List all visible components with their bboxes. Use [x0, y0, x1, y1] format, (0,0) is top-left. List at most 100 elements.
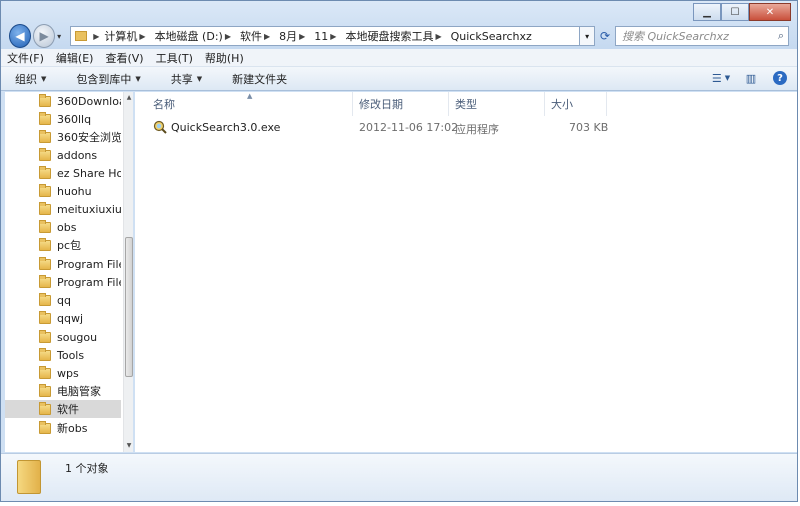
tree-item-label: obs: [57, 220, 77, 234]
search-icon[interactable]: ⌕: [778, 29, 784, 43]
share-button[interactable]: 共享 ▼: [171, 71, 202, 87]
back-button[interactable]: ◀: [9, 24, 32, 48]
tree-item-label: sougou: [57, 330, 98, 344]
tree-item[interactable]: sougou: [5, 328, 121, 346]
column-header-label: 修改日期: [359, 98, 403, 111]
close-button[interactable]: ✕: [749, 3, 791, 21]
chevron-right-icon[interactable]: ▶: [225, 32, 231, 41]
breadcrumb-label: QuickSearchxz: [450, 29, 532, 43]
minimize-button[interactable]: ▁: [693, 3, 721, 21]
tree-item[interactable]: pc包: [5, 236, 121, 254]
tree-item[interactable]: qq: [5, 291, 121, 309]
refresh-button[interactable]: ⟳: [595, 26, 615, 46]
tree-item[interactable]: 新obs: [5, 419, 121, 437]
tree-item-selected[interactable]: 软件: [5, 400, 121, 418]
breadcrumb-search-tool[interactable]: 本地硬盘搜索工具 ▶: [345, 28, 446, 44]
tree-item[interactable]: wps: [5, 364, 121, 382]
forward-button[interactable]: ▶: [33, 24, 56, 48]
folder-icon: [39, 147, 51, 161]
preview-pane-button[interactable]: ▥: [743, 70, 759, 86]
menu-file[interactable]: 文件(F): [7, 50, 44, 66]
tree-item[interactable]: obs: [5, 218, 121, 236]
column-header-name[interactable]: 名称: [135, 92, 353, 116]
menu-view[interactable]: 查看(V): [105, 50, 143, 66]
tree-item[interactable]: addons: [5, 146, 121, 164]
chevron-right-icon[interactable]: ▶: [264, 32, 270, 41]
column-header-label: 名称: [153, 98, 175, 111]
address-history-dropdown[interactable]: ▾: [580, 26, 595, 46]
column-header-label: 大小: [551, 98, 573, 111]
breadcrumb-quicksearchxz[interactable]: QuickSearchxz: [451, 30, 532, 43]
help-icon[interactable]: ?: [773, 71, 787, 85]
tree-item-label: Program Files: [57, 275, 121, 289]
tree-item[interactable]: huohu: [5, 182, 121, 200]
tree-item[interactable]: 电脑管家: [5, 382, 121, 400]
breadcrumb-label: 计算机: [104, 30, 138, 43]
tree-item[interactable]: Program Files: [5, 273, 121, 291]
chevron-right-icon[interactable]: ▶: [139, 32, 145, 41]
menu-tools[interactable]: 工具(T): [156, 50, 193, 66]
tree-item-label: huohu: [57, 184, 92, 198]
tree-item[interactable]: meituxiuxiu: [5, 200, 121, 218]
include-in-library-button[interactable]: 包含到库中 ▼: [76, 71, 140, 87]
scrollbar-thumb[interactable]: [125, 237, 133, 377]
folder-icon: [39, 383, 51, 397]
tree-item[interactable]: 360Downloads: [5, 92, 121, 110]
organize-button[interactable]: 组织 ▼: [15, 71, 46, 87]
breadcrumb-label: 11: [314, 29, 329, 43]
chevron-down-icon: ▼: [196, 74, 203, 83]
arrow-left-icon: ◀: [15, 29, 25, 43]
column-header-type[interactable]: 类型: [449, 92, 545, 116]
navigation-bar: ◀ ▶ ▾ ▶ 计算机 ▶ 本地磁盘 (D:) ▶ 软件 ▶ 8月 ▶ 11 ▶ 本地硬盘…: [9, 23, 789, 49]
breadcrumb-august[interactable]: 8月 ▶: [279, 28, 310, 44]
chevron-down-icon: ▼: [724, 74, 731, 82]
breadcrumb-11[interactable]: 11 ▶: [314, 30, 341, 43]
navigation-pane-scrollbar[interactable]: ▲ ▼: [123, 92, 133, 452]
menu-edit[interactable]: 编辑(E): [56, 50, 94, 66]
maximize-button[interactable]: ☐: [721, 3, 749, 21]
folder-icon: [75, 31, 88, 41]
folder-icon: [39, 111, 51, 125]
tree-item-label: 软件: [57, 403, 79, 416]
tree-item[interactable]: qqwj: [5, 309, 121, 327]
tree-item[interactable]: Tools: [5, 346, 121, 364]
arrow-right-icon: ▶: [39, 29, 49, 43]
details-pane: 1 个对象: [1, 453, 797, 501]
tree-item[interactable]: Program Files: [5, 255, 121, 273]
scroll-up-icon[interactable]: ▲: [125, 94, 133, 101]
column-header-label: 类型: [455, 98, 477, 111]
address-bar[interactable]: ▶ 计算机 ▶ 本地磁盘 (D:) ▶ 软件 ▶ 8月 ▶ 11 ▶ 本地硬盘搜索工具 ▶ …: [70, 26, 581, 46]
breadcrumb-drive-d[interactable]: 本地磁盘 (D:) ▶: [155, 28, 236, 44]
chevron-right-icon[interactable]: ▶: [299, 32, 305, 41]
navigation-pane: 360Downloads 360llq 360安全浏览器 addons ez S…: [5, 92, 133, 452]
explorer-window: ▁ ☐ ✕ ◀ ▶ ▾ ▶ 计算机 ▶ 本地磁盘 (D:) ▶ 软件 ▶ 8月 ▶ 11…: [0, 0, 798, 502]
tree-item-label: 360Downloads: [57, 94, 121, 108]
file-row[interactable]: QuickSearch3.0.exe 2012-11-06 17:02 应用程序…: [149, 118, 749, 138]
tree-item[interactable]: ez Share Home: [5, 164, 121, 182]
organize-label: 组织: [15, 72, 37, 86]
search-input[interactable]: 搜索 QuickSearchxz ⌕: [615, 26, 789, 46]
column-header-size[interactable]: 大小: [545, 92, 607, 116]
view-options-button[interactable]: ☰ ▼: [711, 70, 731, 86]
menu-bar: 文件(F) 编辑(E) 查看(V) 工具(T) 帮助(H): [1, 49, 797, 67]
recent-pages-dropdown[interactable]: ▾: [57, 32, 66, 41]
tree-item[interactable]: 360llq: [5, 110, 121, 128]
menu-help[interactable]: 帮助(H): [205, 50, 244, 66]
tree-item[interactable]: 360安全浏览器: [5, 128, 121, 146]
new-folder-button[interactable]: 新建文件夹: [232, 71, 287, 87]
chevron-right-icon[interactable]: ▶: [93, 32, 99, 41]
folder-icon: [39, 93, 51, 107]
breadcrumb-computer[interactable]: 计算机 ▶: [104, 28, 150, 44]
breadcrumb-software[interactable]: 软件 ▶: [240, 28, 275, 44]
tree-item-label: Program Files: [57, 257, 121, 271]
tree-item-label: 360llq: [57, 112, 92, 126]
folder-icon: [39, 310, 51, 324]
search-placeholder: 搜索 QuickSearchxz: [622, 30, 729, 43]
tree-item-label: meituxiuxiu: [57, 202, 121, 216]
chevron-right-icon[interactable]: ▶: [330, 32, 336, 41]
scroll-down-icon[interactable]: ▼: [125, 442, 133, 449]
chevron-down-icon: ▼: [41, 74, 47, 83]
column-header-date[interactable]: 修改日期: [353, 92, 449, 116]
view-list-icon: ☰: [711, 71, 722, 85]
chevron-right-icon[interactable]: ▶: [435, 32, 441, 41]
